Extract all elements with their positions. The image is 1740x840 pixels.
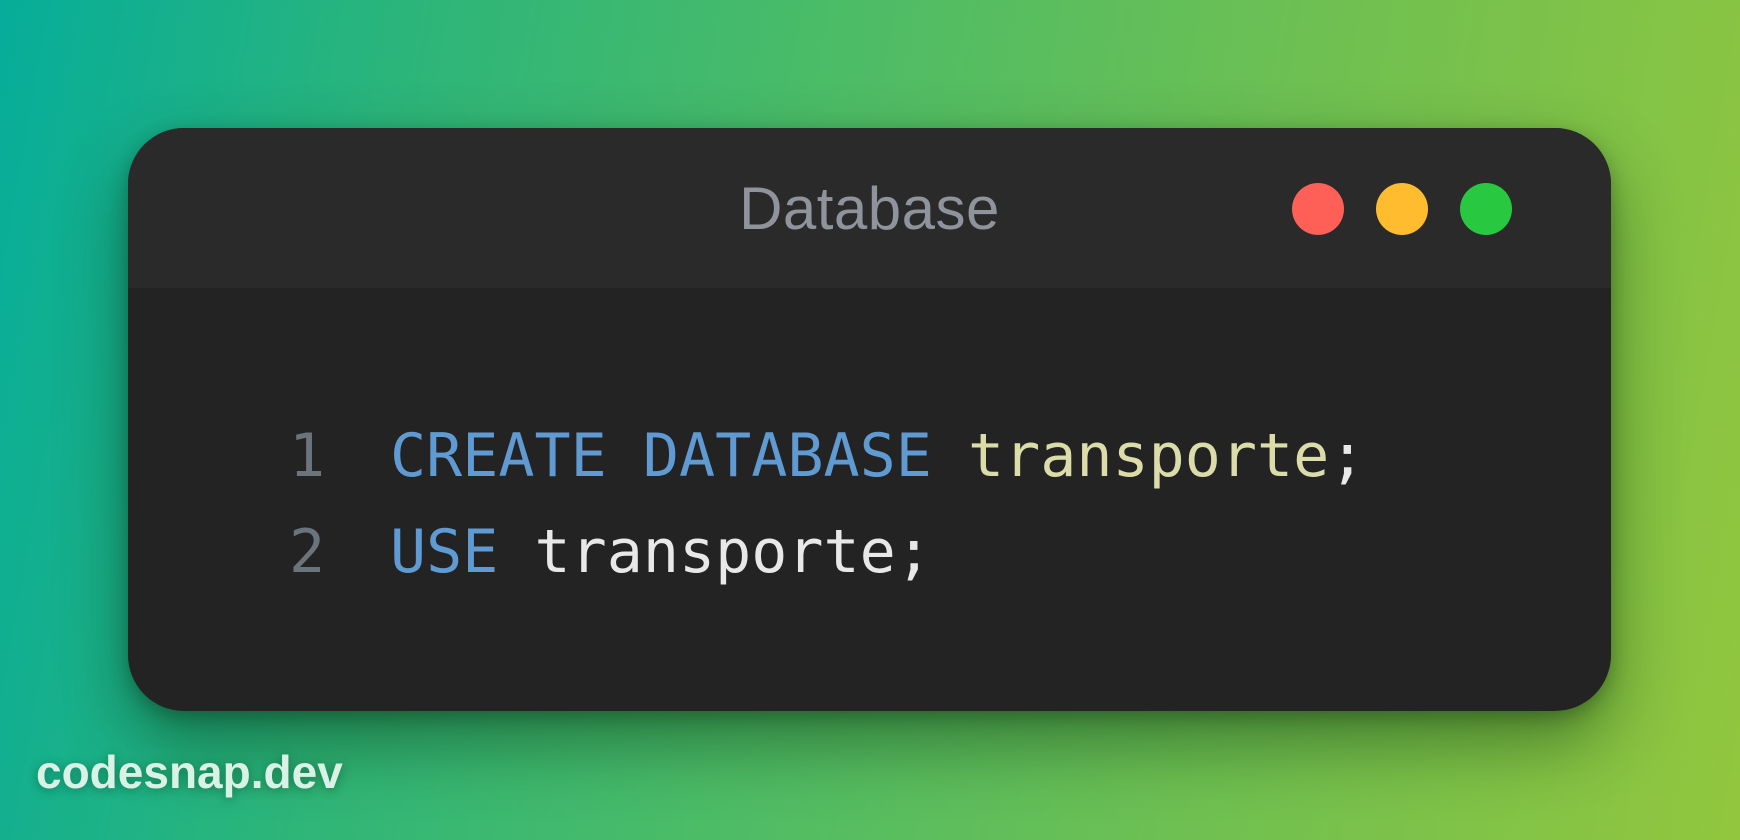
codesnap-watermark: codesnap.dev [36, 746, 343, 798]
window-titlebar: Database [128, 128, 1611, 288]
code-token-punctuation: ; [895, 517, 932, 587]
code-token-keyword: USE [390, 517, 499, 587]
code-token-text: transporte [534, 517, 896, 587]
code-line-text: USE transporte; [390, 504, 932, 600]
maximize-dot-icon[interactable] [1460, 183, 1512, 235]
code-token-punctuation: ; [1329, 421, 1366, 491]
close-dot-icon[interactable] [1292, 183, 1344, 235]
minimize-dot-icon[interactable] [1376, 183, 1428, 235]
code-block: 1 CREATE DATABASE transporte; 2 USE tran… [128, 408, 1611, 600]
code-token-identifier: transporte [967, 421, 1330, 491]
line-number: 2 [289, 517, 326, 587]
code-window: Database 1 CREATE DATABASE transporte; 2… [128, 128, 1611, 711]
code-line-1: 1 CREATE DATABASE transporte; [128, 408, 1611, 504]
line-number: 1 [289, 421, 326, 491]
code-line-text: CREATE DATABASE transporte; [390, 408, 1365, 504]
code-token-keyword: CREATE [390, 421, 607, 491]
code-token-keyword: DATABASE [642, 421, 932, 491]
code-line-2: 2 USE transporte; [128, 504, 1611, 600]
